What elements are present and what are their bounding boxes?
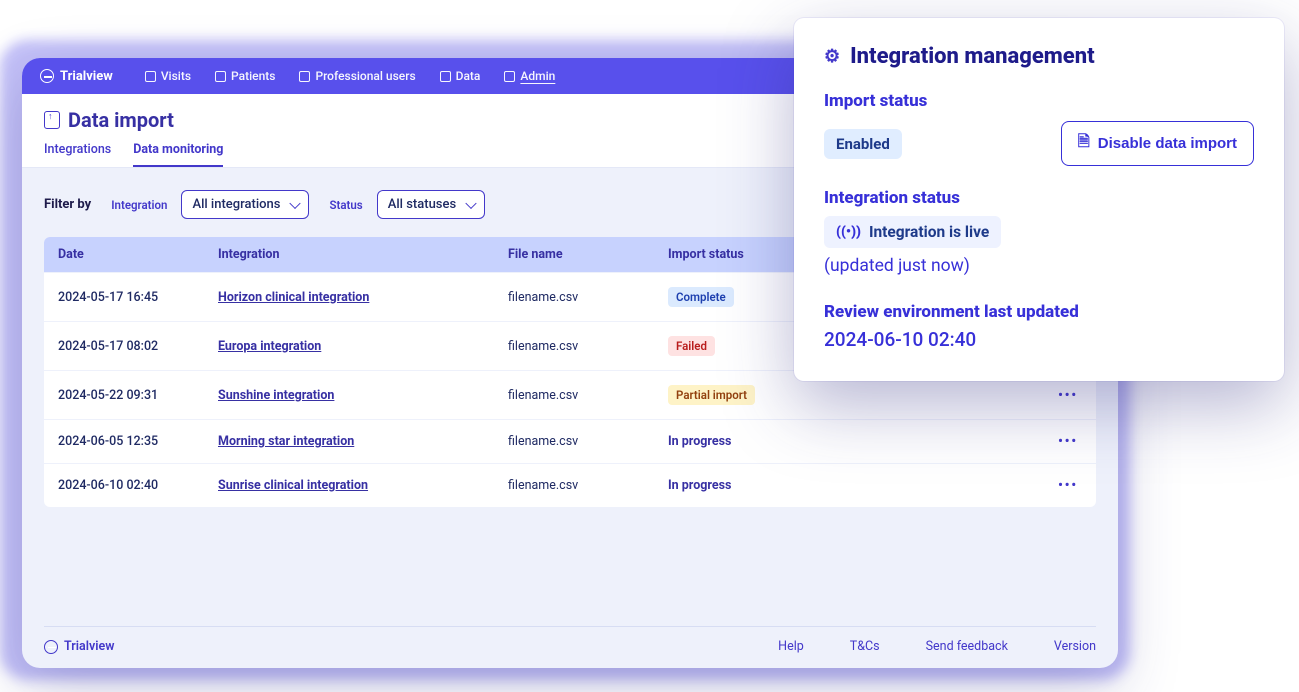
- nav-data[interactable]: Data: [440, 69, 481, 83]
- nav-label: Professional users: [315, 69, 415, 83]
- review-env-value: 2024-06-10 02:40: [824, 328, 1254, 351]
- status-badge: Partial import: [668, 385, 755, 405]
- cell-date: 2024-05-17 08:02: [58, 339, 218, 354]
- cell-filename: filename.csv: [508, 478, 668, 493]
- filter-status-label: Status: [329, 198, 362, 212]
- cell-date: 2024-06-05 12:35: [58, 434, 218, 449]
- filter-status-select[interactable]: All statuses: [377, 190, 485, 219]
- updated-text: (updated just now): [824, 256, 1254, 276]
- disable-button-label: Disable data import: [1098, 135, 1237, 152]
- row-actions-menu[interactable]: •••: [1034, 434, 1082, 449]
- integration-status-label: Integration status: [824, 188, 1254, 208]
- footer-tcs[interactable]: T&Cs: [850, 639, 880, 654]
- tab-integrations[interactable]: Integrations: [44, 142, 111, 167]
- brand: Trialview: [40, 69, 113, 84]
- cell-filename: filename.csv: [508, 290, 668, 305]
- status-inprogress: In progress: [668, 434, 731, 449]
- cell-integration-link[interactable]: Horizon clinical integration: [218, 290, 508, 305]
- cell-status: In progress: [668, 478, 818, 493]
- brand-label: Trialview: [60, 69, 113, 84]
- data-icon: [440, 71, 451, 82]
- tab-data-monitoring[interactable]: Data monitoring: [133, 142, 223, 167]
- status-badge: Complete: [668, 287, 734, 307]
- filter-integration-select[interactable]: All integrations: [181, 190, 309, 219]
- integration-status-text: Integration is live: [869, 223, 989, 241]
- footer-help[interactable]: Help: [778, 639, 804, 654]
- nav-label: Admin: [520, 69, 555, 83]
- upload-file-icon: [44, 111, 60, 129]
- col-integration: Integration: [218, 247, 508, 262]
- cell-date: 2024-05-17 16:45: [58, 290, 218, 305]
- footer-brand: Trialview: [44, 639, 114, 654]
- cell-integration-link[interactable]: Sunrise clinical integration: [218, 478, 508, 493]
- import-status-badge: Enabled: [824, 129, 902, 159]
- filter-integration-value: All integrations: [192, 197, 280, 212]
- file-minus-icon: 🗎: [1078, 131, 1090, 156]
- footer-links: Help T&Cs Send feedback Version: [778, 639, 1096, 654]
- cell-integration-link[interactable]: Sunshine integration: [218, 388, 508, 403]
- row-actions-menu[interactable]: •••: [1034, 478, 1082, 493]
- filter-by-label: Filter by: [44, 197, 91, 212]
- status-inprogress: In progress: [668, 478, 731, 493]
- table-row: 2024-06-10 02:40Sunrise clinical integra…: [44, 463, 1096, 507]
- cell-date: 2024-06-10 02:40: [58, 478, 218, 493]
- cell-filename: filename.csv: [508, 388, 668, 403]
- footer: Trialview Help T&Cs Send feedback Versio…: [44, 626, 1096, 654]
- brand-icon: [44, 640, 58, 654]
- integration-management-panel: ⚙ Integration management Import status E…: [794, 18, 1284, 381]
- page-title-text: Data import: [68, 108, 174, 132]
- cell-filename: filename.csv: [508, 434, 668, 449]
- cell-status: Partial import: [668, 385, 818, 405]
- panel-title-text: Integration management: [850, 44, 1094, 69]
- col-file: File name: [508, 247, 668, 262]
- cell-integration-link[interactable]: Europa integration: [218, 339, 508, 354]
- review-env-label: Review environment last updated: [824, 302, 1254, 322]
- broadcast-icon: ((•)): [836, 224, 861, 240]
- footer-feedback[interactable]: Send feedback: [926, 639, 1008, 654]
- import-status-label: Import status: [824, 91, 1254, 111]
- status-badge: Failed: [668, 336, 715, 356]
- disable-data-import-button[interactable]: 🗎 Disable data import: [1061, 121, 1254, 166]
- nav-professional-users[interactable]: Professional users: [299, 69, 415, 83]
- brand-icon: [40, 69, 54, 83]
- cell-integration-link[interactable]: Morning star integration: [218, 434, 508, 449]
- nav-admin[interactable]: Admin: [504, 69, 555, 83]
- nav-label: Visits: [161, 69, 191, 83]
- filter-integration-label: Integration: [111, 198, 167, 212]
- nav-visits[interactable]: Visits: [145, 69, 191, 83]
- panel-title: ⚙ Integration management: [824, 44, 1254, 69]
- nav-label: Data: [456, 69, 481, 83]
- row-actions-menu[interactable]: •••: [1034, 388, 1082, 403]
- cell-status: In progress: [668, 434, 818, 449]
- calendar-icon: [145, 71, 156, 82]
- nav-patients[interactable]: Patients: [215, 69, 275, 83]
- table-row: 2024-06-05 12:35Morning star integration…: [44, 419, 1096, 463]
- nav-label: Patients: [231, 69, 275, 83]
- badge-icon: [299, 71, 310, 82]
- footer-version[interactable]: Version: [1054, 639, 1096, 654]
- footer-brand-label: Trialview: [64, 639, 114, 654]
- integration-status-badge: ((•)) Integration is live: [824, 216, 1001, 248]
- gear-icon: ⚙: [824, 46, 840, 67]
- col-date: Date: [58, 247, 218, 262]
- filter-status-value: All statuses: [388, 197, 456, 212]
- clipboard-icon: [504, 71, 515, 82]
- cell-date: 2024-05-22 09:31: [58, 388, 218, 403]
- cell-filename: filename.csv: [508, 339, 668, 354]
- people-icon: [215, 71, 226, 82]
